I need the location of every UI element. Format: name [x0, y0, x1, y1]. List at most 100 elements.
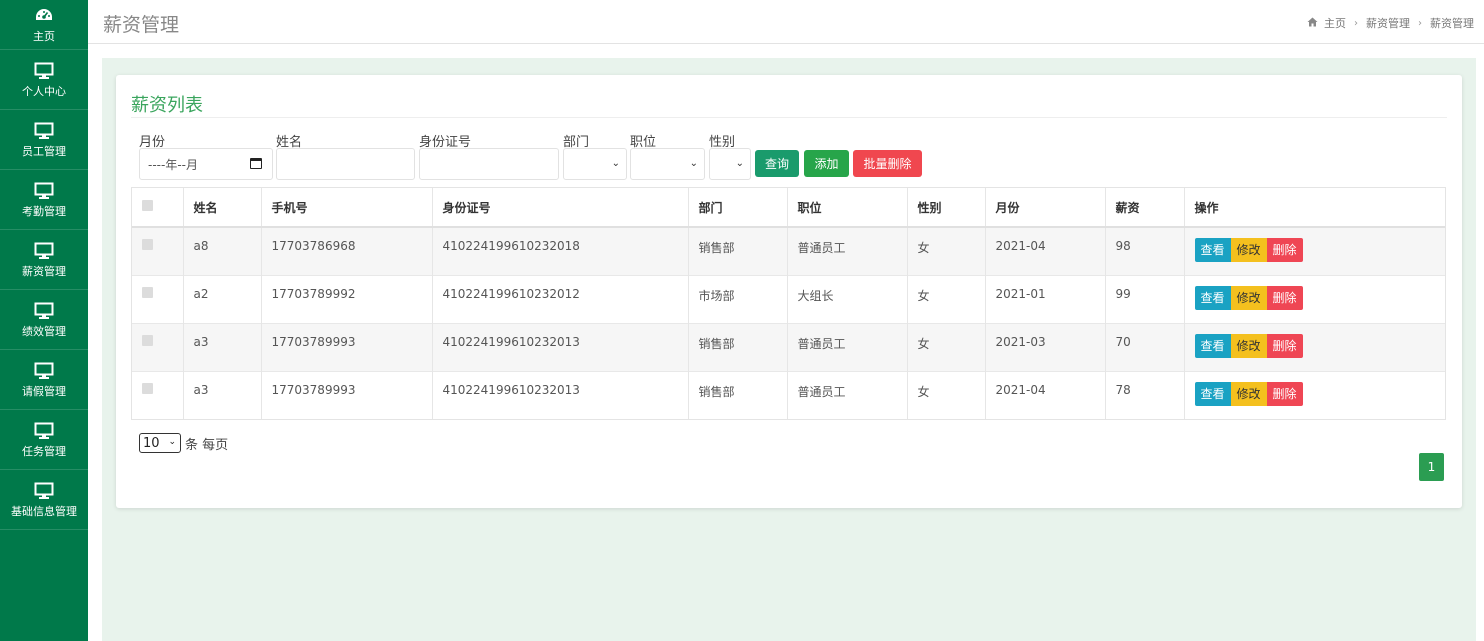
actions-cell: 查看 修改 删除: [1184, 370, 1445, 419]
cell-phone: 17703786968: [261, 226, 433, 275]
calendar-icon: [250, 158, 262, 169]
sidebar-item-label: 基础信息管理: [11, 504, 77, 518]
cell-month: 2021-04: [985, 226, 1106, 275]
cell-position: 大组长: [787, 274, 908, 323]
cell-position: 普通员工: [787, 226, 908, 275]
sidebar-item-label: 个人中心: [22, 84, 66, 98]
view-button[interactable]: 查看: [1194, 381, 1231, 406]
sidebar-item-label: 薪资管理: [22, 264, 66, 278]
chevron-down-icon: ⌄: [735, 158, 744, 169]
edit-button[interactable]: 修改: [1230, 238, 1267, 262]
row-checkbox[interactable]: [142, 286, 153, 298]
home-icon: [1307, 17, 1318, 30]
breadcrumb-current: 薪资管理: [1430, 17, 1474, 30]
monitor-icon: [34, 61, 54, 81]
cell-name: a8: [183, 226, 262, 275]
actions-cell: 查看 修改 删除: [1184, 322, 1445, 371]
cell-gender: 女: [907, 226, 986, 275]
query-button[interactable]: 查询: [755, 150, 799, 177]
salary-card: 薪资列表 月份 姓名 身份证号 部门 职位 性别 ----年--月 ⌄ ⌄ ⌄ …: [116, 75, 1462, 508]
cell-gender: 女: [907, 322, 986, 371]
view-button[interactable]: 查看: [1194, 238, 1231, 262]
cell-month: 2021-03: [985, 322, 1106, 371]
page-size-select[interactable]: 10 ⌄: [139, 433, 181, 453]
monitor-icon: [34, 181, 54, 201]
sidebar-item-leave[interactable]: 请假管理: [0, 350, 88, 410]
dashboard-icon: [34, 6, 54, 26]
dept-select[interactable]: ⌄: [563, 148, 627, 180]
page-title: 薪资管理: [103, 14, 180, 36]
column-header: 薪资: [1105, 188, 1185, 228]
cell-salary: 99: [1105, 274, 1185, 323]
cell-id: 410224199610232013: [432, 370, 689, 419]
sidebar-item-home[interactable]: 主页: [0, 0, 88, 50]
view-button[interactable]: 查看: [1194, 333, 1231, 358]
page-size-value: 10: [143, 435, 160, 451]
cell-gender: 女: [907, 274, 986, 323]
view-button[interactable]: 查看: [1194, 285, 1231, 310]
column-header: 性别: [907, 188, 986, 228]
position-select[interactable]: ⌄: [630, 148, 705, 180]
monitor-icon: [34, 361, 54, 381]
sidebar-item-task[interactable]: 任务管理: [0, 410, 88, 470]
batch-delete-button[interactable]: 批量删除: [853, 150, 922, 177]
table-header-row: 姓名 手机号 身份证号 部门 职位 性别 月份 薪资 操作: [132, 188, 1445, 228]
chevron-right-icon: ›: [1354, 17, 1358, 29]
page-button-current[interactable]: 1: [1419, 453, 1444, 481]
delete-button[interactable]: 删除: [1266, 238, 1303, 262]
name-input[interactable]: [276, 148, 415, 180]
cell-name: a3: [183, 322, 262, 371]
sidebar-item-attendance[interactable]: 考勤管理: [0, 170, 88, 230]
sidebar-item-basic-info[interactable]: 基础信息管理: [0, 470, 88, 530]
sidebar-item-employee[interactable]: 员工管理: [0, 110, 88, 170]
chevron-down-icon: ⌄: [168, 437, 176, 447]
gender-select[interactable]: ⌄: [709, 148, 751, 180]
delete-button[interactable]: 删除: [1266, 333, 1303, 358]
cell-phone: 17703789993: [261, 370, 433, 419]
breadcrumb-home[interactable]: 主页: [1324, 15, 1346, 31]
row-checkbox[interactable]: [142, 334, 153, 346]
cell-dept: 销售部: [688, 370, 788, 419]
row-checkbox[interactable]: [142, 382, 153, 394]
delete-button[interactable]: 删除: [1266, 381, 1303, 406]
delete-button[interactable]: 删除: [1266, 285, 1303, 310]
table-row: a8 17703786968 410224199610232018 销售部 普通…: [132, 226, 1445, 275]
sidebar-item-salary[interactable]: 薪资管理: [0, 230, 88, 290]
cell-name: a3: [183, 370, 262, 419]
sidebar-item-performance[interactable]: 绩效管理: [0, 290, 88, 350]
actions-cell: 查看 修改 删除: [1184, 226, 1445, 275]
cell-salary: 98: [1105, 226, 1185, 275]
card-title: 薪资列表: [131, 95, 203, 116]
page-size-control: 10 ⌄ 条 每页: [139, 433, 228, 453]
cell-position: 普通员工: [787, 322, 908, 371]
select-all-checkbox[interactable]: [142, 200, 153, 211]
monitor-icon: [34, 241, 54, 261]
table-row: a3 17703789993 410224199610232013 销售部 普通…: [132, 322, 1445, 371]
sidebar-item-profile[interactable]: 个人中心: [0, 50, 88, 110]
cell-id: 410224199610232012: [432, 274, 689, 323]
column-header: 手机号: [261, 188, 433, 228]
cell-dept: 销售部: [688, 322, 788, 371]
top-header: 薪资管理 主页 › 薪资管理 › 薪资管理: [88, 0, 1484, 44]
monitor-icon: [34, 121, 54, 141]
divider: [131, 117, 1447, 118]
cell-dept: 市场部: [688, 274, 788, 323]
sidebar-item-label: 考勤管理: [22, 204, 66, 218]
cell-name: a2: [183, 274, 262, 323]
breadcrumb-salary[interactable]: 薪资管理: [1366, 15, 1410, 31]
sidebar-item-label: 任务管理: [22, 444, 66, 458]
cell-dept: 销售部: [688, 226, 788, 275]
chevron-down-icon: ⌄: [611, 158, 620, 169]
month-input[interactable]: ----年--月: [139, 148, 273, 180]
row-checkbox[interactable]: [142, 239, 153, 250]
column-header: 身份证号: [432, 188, 689, 228]
select-all-cell: [132, 188, 184, 228]
edit-button[interactable]: 修改: [1230, 285, 1267, 310]
cell-phone: 17703789992: [261, 274, 433, 323]
edit-button[interactable]: 修改: [1230, 333, 1267, 358]
add-button[interactable]: 添加: [804, 150, 849, 177]
edit-button[interactable]: 修改: [1230, 381, 1267, 406]
cell-id: 410224199610232018: [432, 226, 689, 275]
id-input[interactable]: [419, 148, 559, 180]
month-placeholder: ----年--月: [148, 157, 198, 172]
